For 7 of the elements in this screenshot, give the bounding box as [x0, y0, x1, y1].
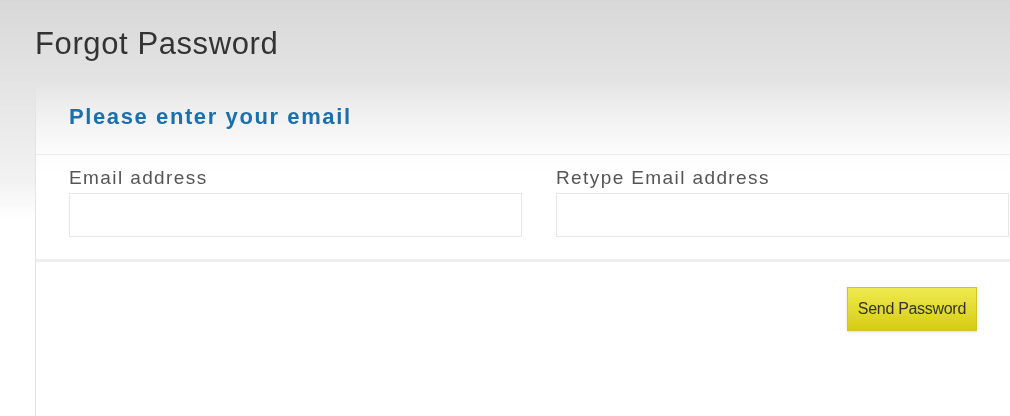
page-title: Forgot Password: [35, 28, 280, 60]
field-label: Email address: [69, 167, 209, 189]
form-heading: Please enter your email: [69, 104, 352, 130]
email-field[interactable]: [69, 193, 522, 237]
field-label: Retype Email address: [556, 167, 771, 189]
email-field[interactable]: [556, 193, 1009, 237]
send-password-button[interactable]: Send Password: [846, 287, 977, 331]
